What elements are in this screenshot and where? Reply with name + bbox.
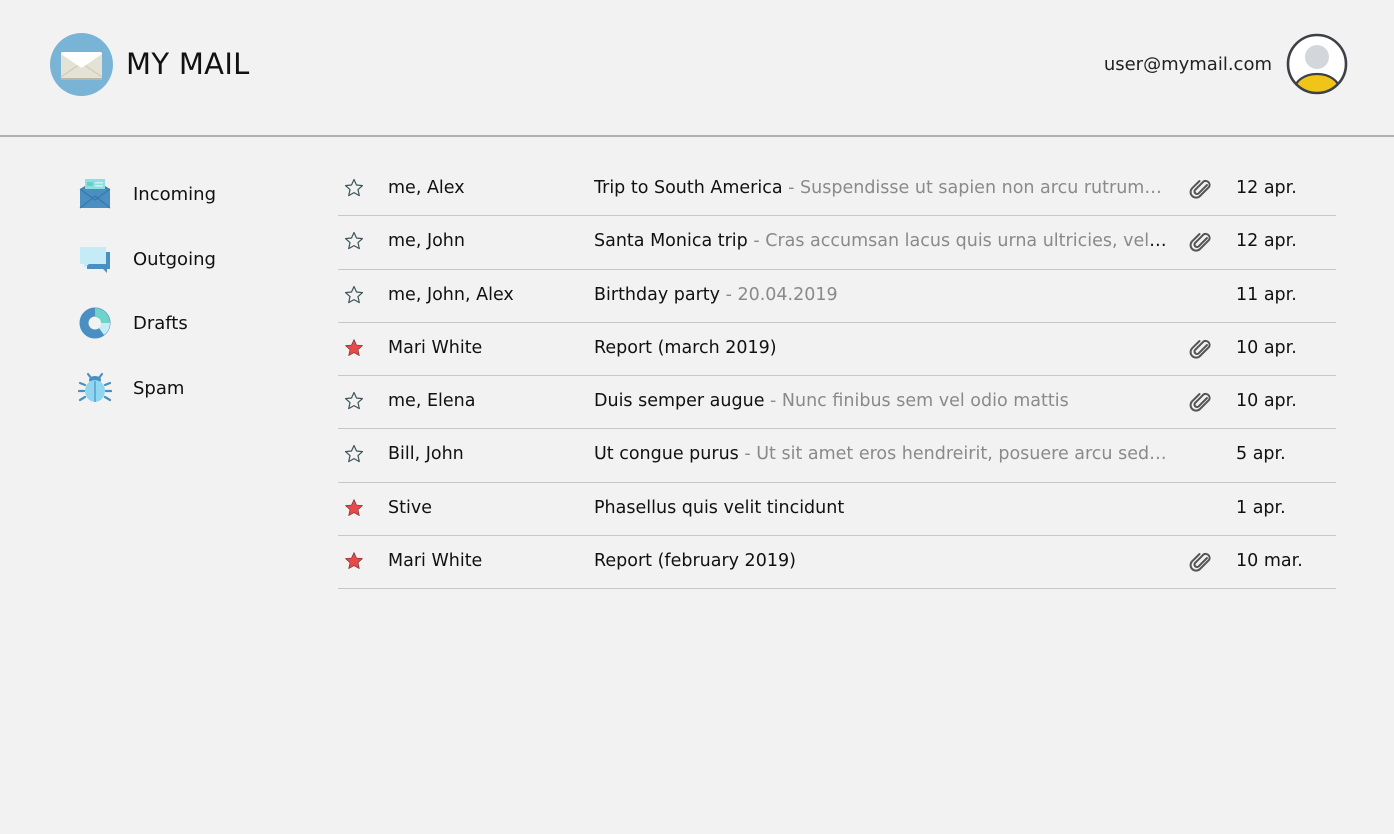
mail-sender: Mari White xyxy=(388,337,483,358)
mail-subject-line: Phasellus quis velit tincidunt xyxy=(594,498,1169,518)
mail-subject: Report (march 2019) xyxy=(594,337,777,358)
mail-date: 12 apr. xyxy=(1236,231,1297,252)
sidebar-item-spam[interactable]: Spam xyxy=(78,368,278,408)
mail-preview: - Cras accumsan lacus quis urna ultricie… xyxy=(747,231,1169,252)
sidebar-item-drafts[interactable]: Drafts xyxy=(78,303,278,343)
mail-subject: Ut congue purus xyxy=(594,444,739,465)
mail-date: 10 apr. xyxy=(1236,391,1297,412)
mail-list: me, Alex Trip to South America - Suspend… xyxy=(338,163,1336,590)
star-outline-icon[interactable] xyxy=(344,444,364,464)
sidebar-item-label: Spam xyxy=(133,377,185,399)
mail-date: 12 apr. xyxy=(1236,178,1297,198)
sidebar-item-incoming[interactable]: Incoming xyxy=(78,174,278,214)
mail-row[interactable]: me, Alex Trip to South America - Suspend… xyxy=(338,163,1336,217)
mail-subject-line: Report (february 2019) xyxy=(594,551,1169,571)
mail-row[interactable]: Stive Phasellus quis velit tincidunt 1 a… xyxy=(338,483,1336,537)
sidebar-item-label: Drafts xyxy=(133,312,188,334)
mail-date: 11 apr. xyxy=(1236,284,1297,305)
mail-row[interactable]: Mari White Report (february 2019) 10 mar… xyxy=(338,536,1336,590)
attachment-icon xyxy=(1188,230,1212,254)
mail-sender: Mari White xyxy=(388,551,483,572)
mail-row[interactable]: Mari White Report (march 2019) 10 apr. xyxy=(338,323,1336,377)
mail-sender: Stive xyxy=(388,497,432,518)
mail-subject: Phasellus quis velit tincidunt xyxy=(594,497,845,518)
star-outline-icon[interactable] xyxy=(344,285,364,305)
mail-date: 1 apr. xyxy=(1236,497,1286,518)
mail-row[interactable]: me, John Santa Monica trip - Cras accums… xyxy=(338,216,1336,270)
star-filled-icon[interactable] xyxy=(344,338,364,358)
attachment-icon xyxy=(1188,337,1212,361)
header: MY MAIL user@mymail.com xyxy=(0,0,1394,137)
mail-row[interactable]: Bill, John Ut congue purus - Ut sit amet… xyxy=(338,429,1336,483)
mail-subject-line: Birthday party - 20.04.2019 xyxy=(594,285,1169,305)
mail-date: 5 apr. xyxy=(1236,444,1286,465)
donut-chart-icon xyxy=(79,307,111,339)
mail-subject: Birthday party xyxy=(594,284,721,305)
logo[interactable] xyxy=(50,33,113,96)
attachment-icon xyxy=(1188,390,1212,414)
app-title: MY MAIL xyxy=(126,47,250,81)
mail-subject-line: Ut congue purus - Ut sit amet eros hendr… xyxy=(594,444,1169,464)
mail-sender: Bill, John xyxy=(388,444,464,465)
envelope-icon xyxy=(60,52,103,80)
bug-icon xyxy=(78,372,112,402)
mail-subject: Duis semper augue xyxy=(594,391,765,412)
mail-sender: me, Alex xyxy=(388,178,465,198)
star-filled-icon[interactable] xyxy=(344,551,364,571)
inbox-envelope-icon xyxy=(79,179,111,209)
mail-subject-line: Santa Monica trip - Cras accumsan lacus … xyxy=(594,231,1169,251)
user-email[interactable]: user@mymail.com xyxy=(1104,54,1272,75)
sidebar-item-outgoing[interactable]: Outgoing xyxy=(78,239,278,279)
star-outline-icon[interactable] xyxy=(344,178,364,198)
mail-row[interactable]: me, Elena Duis semper augue - Nunc finib… xyxy=(338,376,1336,430)
star-outline-icon[interactable] xyxy=(344,231,364,251)
mail-subject-line: Report (march 2019) xyxy=(594,338,1169,358)
mail-preview: - Nunc finibus sem vel odio mattis xyxy=(764,391,1069,412)
mail-subject: Santa Monica trip xyxy=(594,231,748,252)
mail-sender: me, John xyxy=(388,231,465,252)
mail-sender: me, Elena xyxy=(388,391,476,412)
sidebar-item-label: Incoming xyxy=(133,183,216,205)
mail-sender: me, John, Alex xyxy=(388,284,514,305)
attachment-icon xyxy=(1188,550,1212,574)
user-avatar-icon xyxy=(1286,33,1348,95)
mail-subject-line: Trip to South America - Suspendisse ut s… xyxy=(594,178,1169,198)
star-outline-icon[interactable] xyxy=(344,391,364,411)
mail-date: 10 apr. xyxy=(1236,337,1297,358)
sidebar-item-label: Outgoing xyxy=(133,248,216,270)
mail-date: 10 mar. xyxy=(1236,551,1303,572)
mail-preview: - Ut sit amet eros hendreirit, posuere a… xyxy=(738,444,1167,465)
mail-subject: Report (february 2019) xyxy=(594,551,796,572)
mail-subject-line: Duis semper augue - Nunc finibus sem vel… xyxy=(594,391,1169,411)
attachment-icon xyxy=(1188,177,1212,201)
star-filled-icon[interactable] xyxy=(344,498,364,518)
user-avatar[interactable] xyxy=(1286,33,1348,95)
mail-preview: - 20.04.2019 xyxy=(720,284,838,305)
chat-bubbles-icon xyxy=(80,247,110,273)
mail-subject: Trip to South America xyxy=(594,178,783,198)
mail-row[interactable]: me, John, Alex Birthday party - 20.04.20… xyxy=(338,270,1336,323)
mail-preview: - Suspendisse ut sapien non arcu rutrum… xyxy=(782,178,1162,198)
